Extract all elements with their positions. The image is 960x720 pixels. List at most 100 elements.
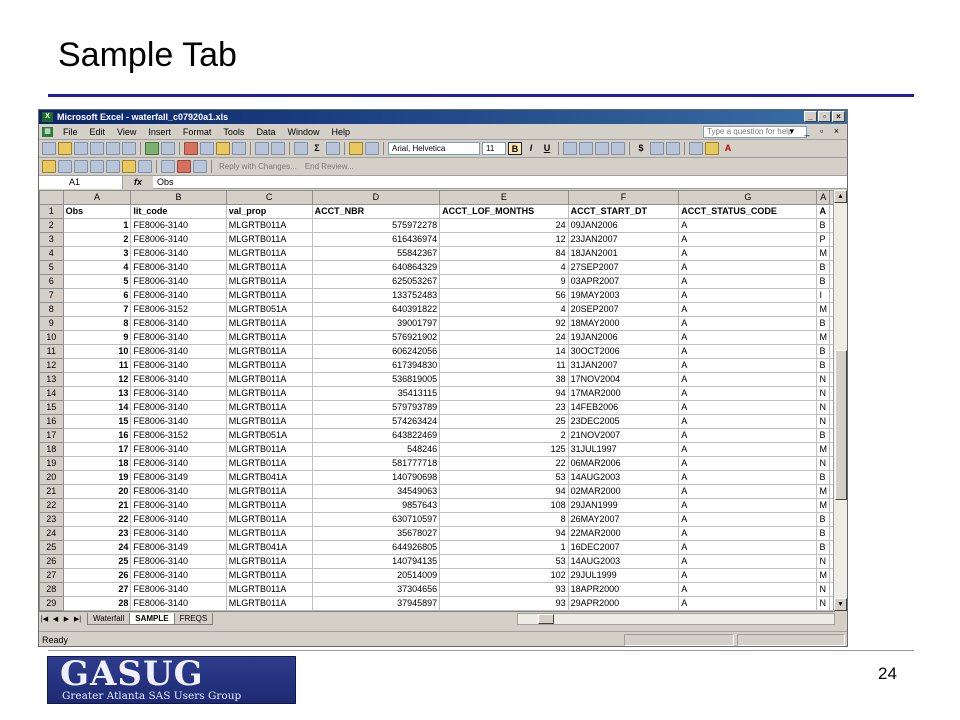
column-title-cell[interactable]: ACCT_NBR [311, 204, 441, 219]
cell[interactable]: 31JUL1997 [567, 442, 680, 457]
cell[interactable]: N [816, 386, 830, 401]
row-header[interactable]: 15 [39, 400, 64, 415]
font-size-select[interactable]: 11 [482, 142, 506, 155]
row-header[interactable]: 18 [39, 442, 64, 457]
column-title-cell[interactable]: lit_code [130, 204, 227, 219]
cell[interactable]: N [816, 456, 830, 471]
cell[interactable]: FE8006-3140 [130, 386, 227, 401]
cell[interactable]: FE8006-3140 [130, 568, 227, 583]
chart-wizard-icon[interactable] [349, 142, 363, 155]
menu-tools[interactable]: Tools [217, 127, 250, 137]
menu-view[interactable]: View [111, 127, 142, 137]
menu-help[interactable]: Help [325, 127, 356, 137]
cell[interactable]: 14AUG2003 [567, 470, 680, 485]
cell[interactable]: M [816, 330, 830, 345]
row-header[interactable]: 13 [39, 372, 64, 387]
merge-center-icon[interactable] [611, 142, 625, 155]
italic-button[interactable]: I [524, 142, 538, 155]
cell[interactable]: FE8006-3140 [130, 456, 227, 471]
menu-window[interactable]: Window [281, 127, 325, 137]
cell[interactable]: 56 [439, 288, 569, 303]
cell[interactable]: 133752483 [311, 288, 441, 303]
cell[interactable]: 19MAY2003 [567, 288, 680, 303]
cell[interactable]: A [678, 526, 818, 541]
cell[interactable]: 26 [62, 568, 132, 583]
menu-format[interactable]: Format [177, 127, 218, 137]
cell[interactable]: A [678, 218, 818, 233]
end-review-button[interactable]: End Review... [305, 162, 354, 171]
cell[interactable]: FE8006-3140 [130, 274, 227, 289]
cell[interactable]: FE8006-3140 [130, 582, 227, 597]
cell[interactable]: A [678, 470, 818, 485]
row-header[interactable]: 19 [39, 456, 64, 471]
sheet-tab-waterfall[interactable]: Waterfall [87, 612, 131, 625]
cell[interactable]: 23DEC2005 [567, 414, 680, 429]
scroll-down-button[interactable]: ▼ [834, 598, 847, 611]
cell[interactable]: 18 [62, 456, 132, 471]
cell[interactable]: 25 [439, 414, 569, 429]
cell[interactable]: 2 [62, 232, 132, 247]
cell[interactable]: 35413115 [311, 386, 441, 401]
cell[interactable]: 1 [62, 218, 132, 233]
cell[interactable]: 93 [439, 582, 569, 597]
cell[interactable]: 640864329 [311, 260, 441, 275]
cell[interactable]: MLGRTB011A [225, 498, 313, 513]
cell[interactable]: 9 [439, 274, 569, 289]
cell[interactable]: 125 [439, 442, 569, 457]
column-title-cell[interactable]: ACCT_LOF_MONTHS [439, 204, 569, 219]
cell[interactable]: MLGRTB011A [225, 414, 313, 429]
cell[interactable]: 536819005 [311, 372, 441, 387]
row-header[interactable]: 3 [39, 232, 64, 247]
cell[interactable]: MLGRTB011A [225, 358, 313, 373]
restore-button[interactable]: ▫ [818, 111, 831, 122]
cell[interactable]: MLGRTB011A [225, 554, 313, 569]
column-header[interactable]: D [311, 190, 441, 205]
spelling-icon[interactable] [145, 142, 159, 155]
cell[interactable]: A [678, 540, 818, 555]
cell[interactable]: 643822469 [311, 428, 441, 443]
cell[interactable]: B [816, 470, 830, 485]
paste-icon[interactable] [216, 142, 230, 155]
column-header[interactable]: B [130, 190, 227, 205]
reject-change-icon[interactable] [177, 160, 191, 173]
cell[interactable]: 8 [62, 316, 132, 331]
cell[interactable]: 02MAR2000 [567, 484, 680, 499]
cell[interactable]: MLGRTB011A [225, 512, 313, 527]
next-sheet-button[interactable]: ▶ [61, 615, 72, 623]
cell[interactable]: FE8006-3140 [130, 260, 227, 275]
column-header[interactable]: A [816, 190, 830, 205]
row-header[interactable]: 21 [39, 484, 64, 499]
column-header[interactable]: F [567, 190, 680, 205]
cell[interactable]: B [816, 344, 830, 359]
cell[interactable]: MLGRTB011A [225, 400, 313, 415]
column-title-cell[interactable]: A [816, 204, 830, 219]
cell[interactable]: 6 [62, 288, 132, 303]
column-header[interactable]: C [225, 190, 313, 205]
cell[interactable]: FE8006-3140 [130, 400, 227, 415]
cell[interactable]: A [678, 344, 818, 359]
cell[interactable]: B [816, 218, 830, 233]
horizontal-scrollbar[interactable] [517, 613, 835, 625]
row-header[interactable]: 22 [39, 498, 64, 513]
cell[interactable]: N [816, 414, 830, 429]
close-button[interactable]: × [832, 111, 845, 122]
cell[interactable]: B [816, 428, 830, 443]
cell[interactable]: 7 [62, 302, 132, 317]
help-icon[interactable] [365, 142, 379, 155]
cell[interactable]: B [816, 260, 830, 275]
cell[interactable]: 12 [439, 232, 569, 247]
cell[interactable]: 102 [439, 568, 569, 583]
previous-comment-icon[interactable] [58, 160, 72, 173]
cell[interactable]: 4 [62, 260, 132, 275]
cell[interactable]: 23 [62, 526, 132, 541]
cell[interactable]: A [678, 330, 818, 345]
cell[interactable]: 22 [62, 512, 132, 527]
borders-icon[interactable] [689, 142, 703, 155]
cell[interactable]: 616436974 [311, 232, 441, 247]
cell[interactable]: MLGRTB011A [225, 526, 313, 541]
save-icon[interactable] [74, 142, 88, 155]
cell[interactable]: A [678, 554, 818, 569]
cell[interactable]: FE8006-3140 [130, 344, 227, 359]
cell[interactable]: A [678, 428, 818, 443]
cell[interactable]: 581777718 [311, 456, 441, 471]
